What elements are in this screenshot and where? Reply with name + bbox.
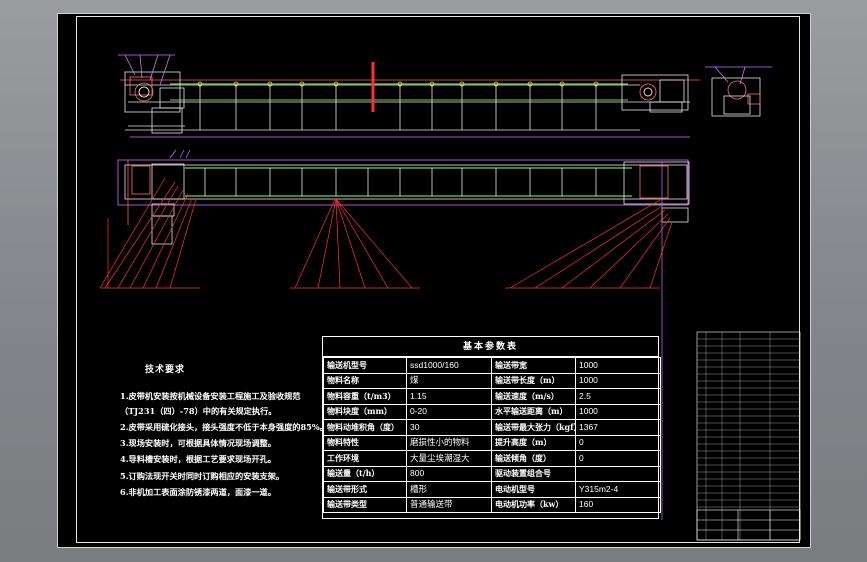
param-label: 输送量（t/h） — [323, 465, 407, 482]
param-label: 提升高度（m） — [491, 434, 576, 451]
param-value: 1000 — [575, 357, 661, 374]
param-label: 输送倾角（度） — [491, 450, 576, 467]
app-canvas: 技术要求 1.皮带机安装按机械设备安装工程施工及验收规范 （TJ231（四）-7… — [0, 0, 867, 562]
param-row: 输送带类型 普通输送带 电动机功率（kw） 160 — [323, 496, 661, 513]
requirement-line: 5.订购法现开关时同时订购相应的安装支架。 — [120, 471, 285, 481]
param-label: 物料块度（mm） — [323, 403, 407, 420]
param-value: 普通输送带 — [406, 496, 492, 513]
param-value: 30 — [406, 419, 492, 436]
param-label: 水平输送距离（m） — [491, 403, 576, 420]
param-row: 物料名称煤输送带长度（m） 1000 — [323, 372, 661, 389]
param-label: 物料名称 — [323, 372, 407, 389]
param-value: 槽形 — [406, 481, 492, 498]
param-label: 输送带形式 — [323, 481, 407, 498]
param-row: 物料动堆积角（度） 30 输送带最大张力（kgf） 1367 — [323, 419, 661, 436]
param-value: 1.15 — [406, 388, 492, 405]
param-value: 煤 — [406, 372, 492, 389]
requirement-line: 4.导料槽安装时，根据工艺要求现场开孔。 — [120, 454, 276, 464]
requirement-line: 2.皮带采用硫化接头，接头强度不低于本身强度的85%。 — [120, 422, 328, 432]
requirement-line: 1.皮带机安装按机械设备安装工程施工及验收规范 — [120, 391, 301, 401]
param-row: 物料容重（t/m3） 1.15 输送速度（m/s） 2.5 — [323, 388, 661, 405]
param-label: 驱动装置组合号 — [491, 465, 576, 482]
param-value: 0 — [575, 450, 661, 467]
param-value: 1000 — [575, 372, 661, 389]
param-value: 160 — [575, 496, 661, 513]
param-row: 输送量（t/h） 800 驱动装置组合号 — [323, 465, 661, 482]
param-label: 工作环境 — [323, 450, 407, 467]
param-row: 工作环境 大量尘埃潮湿大 输送倾角（度） 0 — [323, 450, 661, 467]
param-label: 输送带最大张力（kgf） — [491, 419, 576, 436]
param-label: 物料特性 — [323, 434, 407, 451]
param-value: 0 — [575, 434, 661, 451]
param-value: 0-20 — [406, 403, 492, 420]
parameters-title: 基本参数表 — [323, 337, 658, 357]
elevation-view — [118, 54, 772, 138]
param-value — [575, 465, 661, 482]
param-value: ssd1000/160 — [406, 357, 492, 374]
param-row: 输送机型号 ssd1000/160 输送带宽 1000 — [323, 357, 661, 374]
param-value: 大量尘埃潮湿大 — [406, 450, 492, 467]
param-label: 输送带宽 — [491, 357, 576, 374]
param-label: 输送机型号 — [323, 357, 407, 374]
param-value: Y315m2-4 — [575, 481, 661, 498]
param-label: 输送速度（m/s） — [491, 388, 576, 405]
param-row: 输送带形式 槽形 电动机型号 Y315m2-4 — [323, 481, 661, 498]
parameters-table: 基本参数表 输送机型号 ssd1000/160 输送带宽 1000 物料名称煤输送带长度… — [322, 336, 661, 519]
param-label: 电动机功率（kw） — [491, 496, 576, 513]
param-label: 物料动堆积角（度） — [323, 419, 407, 436]
param-value: 2.5 — [575, 388, 661, 405]
param-label: 输送带类型 — [323, 496, 407, 513]
param-label: 输送带长度（m） — [491, 372, 576, 389]
param-value: 磨损性小的物料 — [406, 434, 492, 451]
param-label: 物料容重（t/m3） — [323, 388, 407, 405]
param-label: 电动机型号 — [491, 481, 576, 498]
param-value: 1367 — [575, 419, 661, 436]
param-row: 物料块度（mm） 0-20 水平输送距离（m） 1000 — [323, 403, 661, 420]
requirement-line: （TJ231（四）-78）中的有关规定执行。 — [120, 406, 277, 416]
param-value: 800 — [406, 465, 492, 482]
requirement-line: 3.现场安装时，可根据具体情况现场调整。 — [120, 438, 276, 448]
param-value: 1000 — [575, 403, 661, 420]
requirement-line: 6.非机加工表面涂防锈漆两道，面漆一道。 — [120, 487, 276, 497]
requirements-title: 技术要求 — [145, 365, 186, 375]
param-row: 物料特性 磨损性小的物料 提升高度（m） 0 — [323, 434, 661, 451]
title-block — [696, 331, 801, 541]
